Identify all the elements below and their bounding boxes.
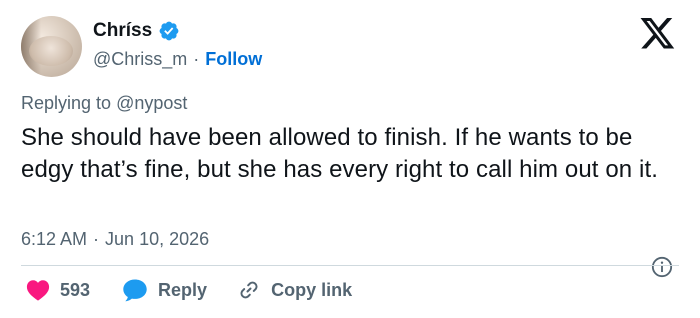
- x-logo-icon[interactable]: [640, 18, 676, 50]
- divider: [21, 265, 679, 266]
- reply-context: Replying to @nypost: [21, 93, 187, 114]
- reply-label: Reply: [158, 279, 208, 300]
- reply-context-prefix: Replying to: [21, 93, 112, 113]
- action-bar: 593 Reply Copy link: [26, 278, 352, 302]
- tweet-timestamp[interactable]: 6:12 AM · Jun 10, 2026: [21, 229, 209, 250]
- tweet-date: Jun 10, 2026: [105, 229, 210, 249]
- avatar[interactable]: [21, 16, 82, 77]
- follow-button[interactable]: Follow: [205, 49, 262, 70]
- tweet-card: Chríss @Chriss_m · Follow Replying to @n…: [0, 0, 700, 318]
- tweet-time: 6:12 AM: [21, 229, 88, 249]
- author-handle-row: @Chriss_m · Follow: [93, 49, 262, 70]
- author-name-row: Chríss: [93, 20, 180, 42]
- avatar-figure: [29, 36, 73, 66]
- tweet-text: She should have been allowed to finish. …: [21, 124, 658, 183]
- copy-link-label: Copy link: [271, 279, 353, 300]
- link-icon: [237, 278, 261, 302]
- like-button[interactable]: 593: [26, 279, 90, 301]
- author-handle[interactable]: @Chriss_m: [93, 49, 187, 70]
- reply-bubble-icon: [122, 278, 148, 302]
- verified-badge-icon: [158, 20, 180, 42]
- reply-button[interactable]: Reply: [122, 278, 207, 302]
- author-display-name[interactable]: Chríss: [93, 20, 152, 42]
- copy-link-button[interactable]: Copy link: [237, 278, 352, 302]
- heart-icon: [26, 279, 50, 301]
- info-icon[interactable]: [651, 256, 673, 278]
- reply-context-handle[interactable]: @nypost: [116, 93, 187, 113]
- handle-separator: ·: [193, 49, 200, 69]
- like-count: 593: [60, 279, 91, 300]
- timestamp-separator: ·: [93, 229, 100, 249]
